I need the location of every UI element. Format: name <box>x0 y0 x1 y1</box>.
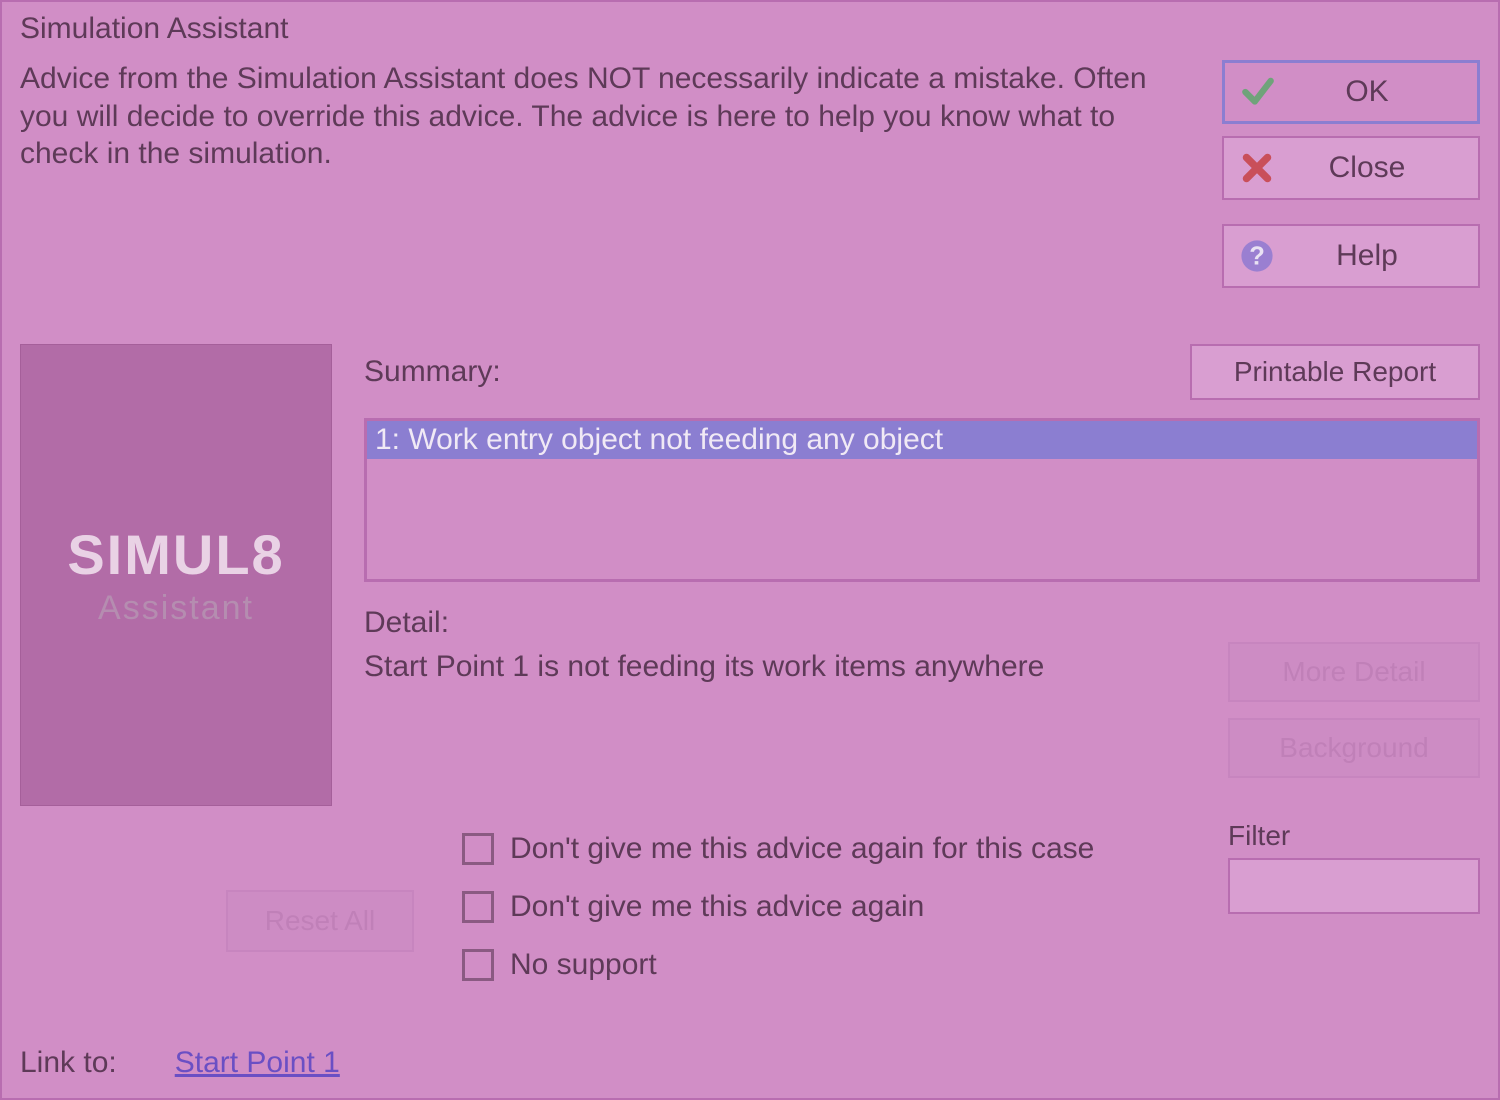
more-detail-button[interactable]: More Detail <box>1228 642 1480 702</box>
ok-button[interactable]: OK <box>1222 60 1480 124</box>
check-icon <box>1237 71 1279 113</box>
help-label: Help <box>1298 239 1466 273</box>
detail-text: Start Point 1 is not feeding its work it… <box>364 650 1208 684</box>
printable-report-button[interactable]: Printable Report <box>1190 344 1480 400</box>
logo-panel: SIMUL8 Assistant <box>20 344 332 806</box>
background-button[interactable]: Background <box>1228 718 1480 778</box>
advice-text: Advice from the Simulation Assistant doe… <box>20 60 1202 288</box>
summary-list[interactable]: 1: Work entry object not feeding any obj… <box>364 418 1480 582</box>
reset-all-button[interactable]: Reset All <box>226 890 414 952</box>
ok-label: OK <box>1299 75 1465 109</box>
checkbox-nosupport[interactable] <box>462 949 494 981</box>
close-label: Close <box>1298 151 1466 185</box>
checkbox-case[interactable] <box>462 833 494 865</box>
checkbox-row-advice: Don't give me this advice again <box>462 890 1094 924</box>
svg-text:?: ? <box>1249 243 1265 271</box>
checkbox-case-label: Don't give me this advice again for this… <box>510 832 1094 866</box>
simulation-assistant-dialog: Simulation Assistant Advice from the Sim… <box>0 0 1500 1100</box>
checkbox-row-case: Don't give me this advice again for this… <box>462 832 1094 866</box>
summary-label: Summary: <box>364 355 501 389</box>
checkbox-advice-label: Don't give me this advice again <box>510 890 924 924</box>
close-icon <box>1236 147 1278 189</box>
detail-label: Detail: <box>364 606 1208 640</box>
help-icon: ? <box>1236 235 1278 277</box>
link-target[interactable]: Start Point 1 <box>175 1046 340 1080</box>
checkbox-advice[interactable] <box>462 891 494 923</box>
filter-input[interactable] <box>1228 858 1480 914</box>
window-title: Simulation Assistant <box>2 2 1498 50</box>
logo-title: SIMUL8 <box>67 522 284 587</box>
summary-item[interactable]: 1: Work entry object not feeding any obj… <box>367 421 1477 459</box>
filter-label: Filter <box>1228 820 1480 852</box>
logo-subtitle: Assistant <box>98 589 254 628</box>
checkbox-nosupport-label: No support <box>510 948 657 982</box>
help-button[interactable]: ? Help <box>1222 224 1480 288</box>
link-to-label: Link to: <box>20 1046 117 1080</box>
close-button[interactable]: Close <box>1222 136 1480 200</box>
checkbox-row-nosupport: No support <box>462 948 1094 982</box>
